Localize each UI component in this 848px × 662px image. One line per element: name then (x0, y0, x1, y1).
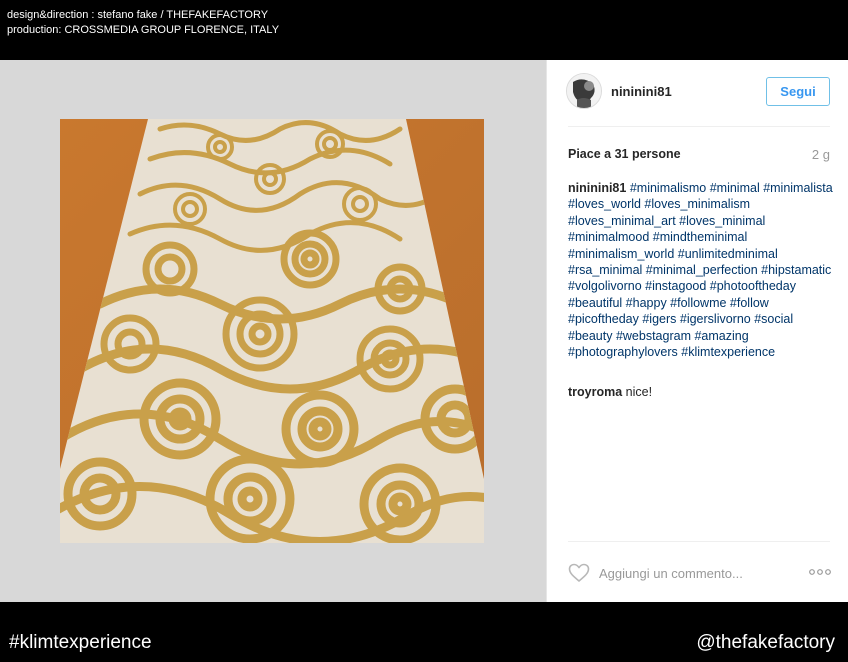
comment-input[interactable] (599, 562, 799, 584)
likes-count[interactable]: Piace a 31 persone (568, 147, 681, 161)
caption-hashtags[interactable]: #minimalismo #minimal #minimalista #love… (568, 181, 833, 359)
comment-item: troyroma nice! (568, 385, 652, 399)
comment-username[interactable]: troyroma (568, 385, 622, 399)
ellipsis-icon[interactable] (808, 566, 832, 578)
post-photo[interactable] (60, 119, 484, 543)
credits-direction: design&direction : stefano fake / THEFAK… (7, 9, 269, 21)
footer-handle: @thefakefactory (696, 632, 835, 653)
post-age[interactable]: 2 g (812, 147, 830, 162)
instagram-post: nininini81 Segui Piace a 31 persone 2 g … (0, 60, 848, 602)
post-header: nininini81 Segui (547, 60, 848, 126)
post-caption: nininini81 #minimalismo #minimal #minima… (568, 180, 836, 360)
footer-hashtag: #klimtexperience (9, 632, 152, 653)
comment-text: nice! (625, 385, 653, 399)
follow-button[interactable]: Segui (766, 77, 830, 106)
heart-outline-icon[interactable] (568, 563, 590, 583)
header-divider (568, 126, 830, 127)
post-details-panel: nininini81 Segui Piace a 31 persone 2 g … (546, 60, 848, 602)
caption-username[interactable]: nininini81 (568, 181, 626, 195)
comment-divider (568, 541, 830, 542)
post-username[interactable]: nininini81 (611, 84, 672, 99)
photo-area (0, 60, 546, 602)
credits: design&direction : stefano fake / THEFAK… (7, 8, 279, 38)
avatar[interactable] (566, 73, 602, 109)
credits-production: production: CROSSMEDIA GROUP FLORENCE, I… (7, 24, 280, 36)
